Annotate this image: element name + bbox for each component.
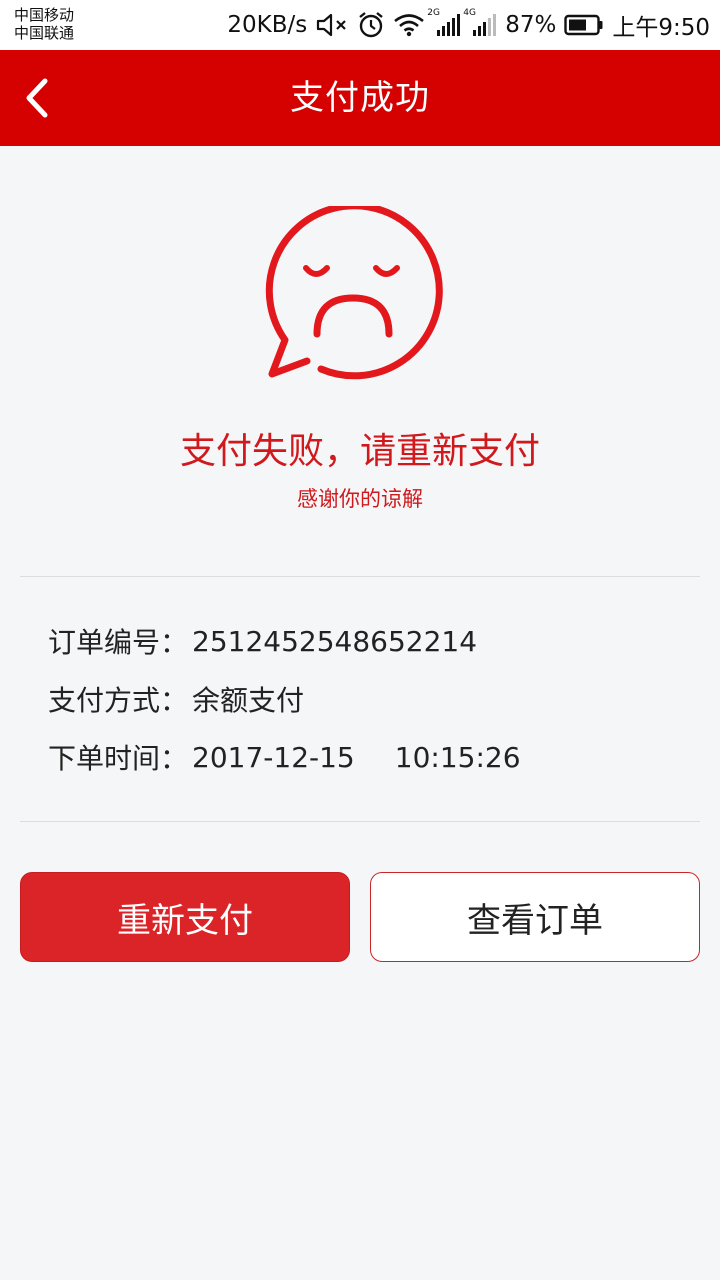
carrier-1-label: 中国移动 — [14, 6, 75, 24]
alarm-icon — [357, 11, 385, 39]
view-order-button[interactable]: 查看订单 — [370, 872, 700, 962]
battery-percent: 87% — [505, 12, 557, 38]
status-right: 20KB/s 2G 4G 87% 上午9:50 — [227, 0, 710, 50]
payment-method-label: 支付方式： — [48, 684, 189, 717]
payment-method-value: 余额支付 — [192, 684, 305, 717]
retry-payment-button[interactable]: 重新支付 — [20, 872, 350, 962]
net-tag-1: 2G — [427, 8, 440, 18]
status-bar: 中国移动 中国联通 20KB/s 2G 4G 87% 上午9:50 — [0, 0, 720, 50]
order-time-value: 10:15:26 — [394, 740, 521, 774]
result-subtitle: 感谢你的谅解 — [297, 487, 423, 511]
divider-bottom — [20, 821, 700, 822]
order-info: 订单编号： 2512452548652214 支付方式： 余额支付 下单时间： … — [48, 612, 521, 786]
result-title: 支付失败，请重新支付 — [179, 431, 540, 472]
back-button[interactable] — [8, 68, 68, 128]
retry-payment-label: 重新支付 — [117, 900, 253, 941]
order-number-label: 订单编号： — [48, 626, 189, 659]
net-speed: 20KB/s — [227, 12, 308, 38]
mute-icon — [315, 12, 349, 38]
battery-icon — [564, 14, 604, 36]
back-arrow-icon — [26, 78, 48, 118]
payment-method-row: 支付方式： 余额支付 — [48, 670, 521, 728]
signal-icon-2: 4G — [463, 8, 497, 38]
signal-icon-1: 2G — [427, 8, 461, 38]
net-tag-2: 4G — [463, 8, 476, 18]
order-number-row: 订单编号： 2512452548652214 — [48, 612, 521, 670]
order-number-value: 2512452548652214 — [192, 624, 478, 658]
status-time: 上午9:50 — [612, 15, 710, 41]
carrier-info: 中国移动 中国联通 — [14, 6, 74, 42]
divider-top — [20, 576, 700, 577]
wifi-icon — [393, 13, 425, 37]
order-time-row: 下单时间： 2017-12-15 10:15:26 — [48, 728, 521, 786]
view-order-label: 查看订单 — [467, 900, 603, 941]
page-title: 支付成功 — [290, 78, 430, 118]
order-time-label: 下单时间： — [48, 742, 189, 775]
carrier-2-label: 中国联通 — [14, 24, 75, 42]
order-date-value: 2017-12-15 — [192, 740, 355, 774]
app-header: 支付成功 — [0, 50, 720, 146]
sad-face-icon — [265, 206, 443, 380]
